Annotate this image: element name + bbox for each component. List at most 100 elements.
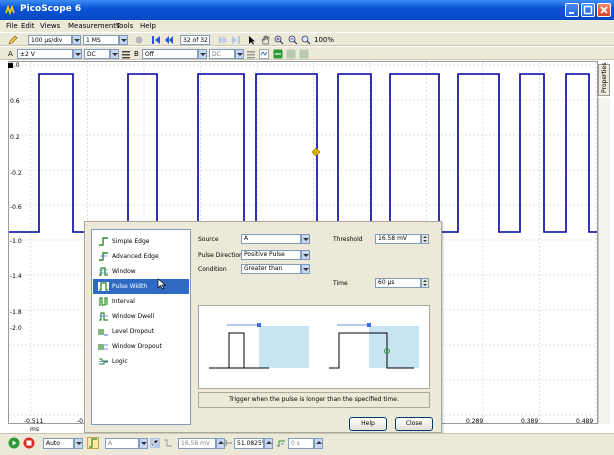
menu-file[interactable]: File [6,22,18,30]
channel-a-coupling-dropdown[interactable] [110,49,119,59]
menu-views[interactable]: Views [40,22,60,30]
run-icon[interactable] [134,35,144,45]
timebase-select[interactable]: 100 μs/div [28,35,72,45]
minimize-button[interactable] [565,3,579,17]
trigger-type-label: Window Dropout [112,343,162,350]
buffer-position[interactable]: 32 of 32 [180,35,210,45]
math-channels-icon[interactable] [259,49,269,59]
start-icon[interactable] [8,437,20,449]
zoom-fit-icon[interactable] [301,35,311,45]
hand-tool-icon[interactable] [260,35,270,45]
properties-tab[interactable]: Properties [598,63,610,96]
trigger-threshold-input[interactable]: 16.58 mV [178,438,216,449]
threshold-input[interactable]: 16.58 mV [375,234,421,244]
y-tick-label: -2.0 [10,325,22,332]
trigger-type-list[interactable]: Simple Edge Advanced Edge Window Pulse W… [91,229,191,425]
menu-tools[interactable]: Tools [116,22,133,30]
trigger-type-simple-edge[interactable]: Simple Edge [93,234,189,249]
channel-toolbar: A ±2 V DC B Off DC [0,46,614,60]
main-toolbar: 100 μs/div 1 MS 32 of 32 100% [0,32,614,46]
threshold-label: Threshold [333,236,363,243]
channel-b-coupling-dropdown[interactable] [235,49,244,59]
channel-b-coupling-select[interactable]: DC [209,49,235,59]
pretrigger-icon [225,440,232,446]
trigger-type-advanced-edge[interactable]: Advanced Edge [93,249,189,264]
trigger-type-level-dropout[interactable]: Level Dropout [93,324,189,339]
channel-a-options-icon[interactable] [121,49,131,59]
zoom-out-icon[interactable] [288,35,298,45]
channel-a-label: A [8,50,13,58]
trigger-type-pulse-width[interactable]: Pulse Width [93,279,189,294]
advanced-edge-icon [99,252,108,261]
previous-buffer-icon[interactable] [164,35,174,45]
threshold-spinner[interactable] [421,234,429,244]
zoom-level: 100% [314,36,335,44]
trigger-type-logic[interactable]: Logic [93,354,189,369]
channel-a-coupling-select[interactable]: DC [84,49,110,59]
last-buffer-icon[interactable] [231,35,241,45]
window-dropout-icon [98,344,108,350]
advanced-trigger-icon[interactable] [87,437,99,449]
help-button[interactable]: Help [349,417,387,431]
delay-spinner[interactable] [314,438,323,449]
trigger-type-window-dwell[interactable]: Window Dwell [93,309,189,324]
trigger-type-label: Logic [112,358,128,365]
y-tick-label: -1.8 [10,309,22,316]
pulse-direction-dropdown[interactable] [301,250,310,260]
samples-dropdown[interactable] [119,35,128,45]
stop-icon[interactable] [23,437,35,449]
maximize-button[interactable] [581,3,595,17]
zoom-in-icon[interactable] [274,35,284,45]
x-tick-label: 0.389 [521,418,539,425]
pencil-icon[interactable] [8,35,18,45]
y-tick-label: -1.4 [10,273,22,280]
side-panel-scrollbar[interactable] [598,98,610,424]
channel-a-range-dropdown[interactable] [73,49,82,59]
menu-edit[interactable]: Edit [21,22,35,30]
source-select[interactable]: A [241,234,301,244]
pulse-direction-select[interactable]: Positive Pulse [241,250,301,260]
pretrigger-input[interactable]: 51.0825% [234,438,264,449]
y-tick-label: 1.0 [10,62,20,69]
trigger-type-interval[interactable]: Interval [93,294,189,309]
delay-input[interactable]: 0 s [288,438,314,449]
next-buffer-icon[interactable] [218,35,228,45]
rising-edge-icon[interactable] [150,438,160,448]
duration-end-marker [257,323,261,327]
trigger-type-window-dropout[interactable]: Window Dropout [93,339,189,354]
pretrigger-spinner[interactable] [264,438,273,449]
timebase-dropdown[interactable] [72,35,81,45]
menu-help[interactable]: Help [140,22,156,30]
source-label: Source [198,236,219,243]
trigger-mode-select[interactable]: Auto [43,438,74,449]
trigger-channel-dropdown[interactable] [139,438,148,449]
trigger-type-label: Simple Edge [112,238,150,245]
source-dropdown[interactable] [301,234,310,244]
channel-a-range-select[interactable]: ±2 V [17,49,73,59]
menu-measurements[interactable]: Measurements [68,22,120,30]
export-icon[interactable] [299,49,309,59]
condition-dropdown[interactable] [301,264,310,274]
samples-select[interactable]: 1 MS [83,35,119,45]
x-tick-label: 0.489 [576,418,594,425]
reference-waveform-icon[interactable] [286,49,296,59]
falling-edge-icon[interactable] [163,438,173,448]
time-label: Time [333,280,348,287]
channel-b-options-icon[interactable] [246,49,256,59]
post-trigger-delay-icon [277,440,285,447]
time-input[interactable]: 60 μs [375,278,421,288]
signal-generator-icon[interactable] [273,49,283,59]
window-dwell-icon [99,312,108,321]
trigger-mode-dropdown[interactable] [74,438,83,449]
condition-select[interactable]: Greater than [241,264,301,274]
time-spinner[interactable] [421,278,429,288]
x-tick-label: -0.511 [24,418,44,425]
first-buffer-icon[interactable] [151,35,161,45]
close-button[interactable]: Close [395,417,433,431]
select-tool-icon[interactable] [247,35,257,45]
trigger-type-window[interactable]: Window [93,264,189,279]
trigger-channel-select[interactable]: A [105,438,139,449]
channel-b-range-select[interactable]: Off [142,49,198,59]
close-window-button[interactable] [597,3,611,17]
channel-b-range-dropdown[interactable] [198,49,207,59]
